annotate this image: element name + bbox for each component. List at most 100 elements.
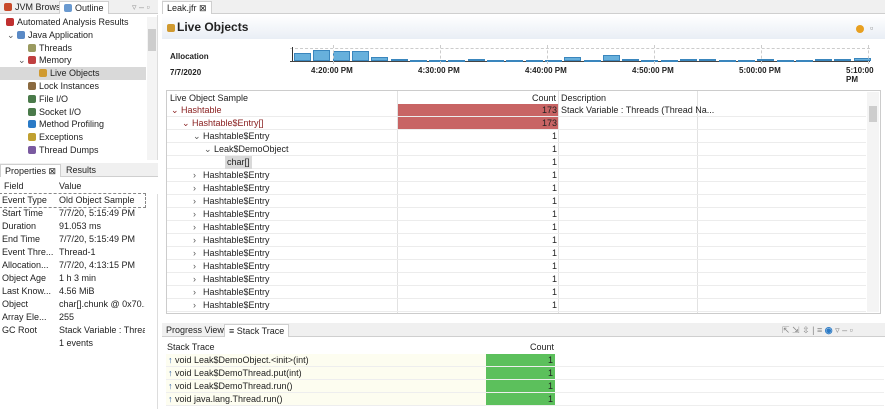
tab-progress-view[interactable]: Progress View — [162, 324, 228, 337]
chevron-down-icon[interactable]: ⌄ — [182, 117, 190, 130]
table-row[interactable]: › Hashtable$Entry 1 — [167, 195, 866, 208]
allocation-bar[interactable] — [448, 60, 466, 62]
view-menu-icon[interactable]: ▿ ‒ ▫ — [132, 2, 150, 13]
table-row[interactable]: › Hashtable$Entry 1 — [167, 260, 866, 273]
chevron-down-icon[interactable]: ⌄ — [18, 54, 26, 67]
chevron-right-icon[interactable]: › — [193, 182, 196, 195]
table-row[interactable]: ⌄ Hashtable 173 Stack Variable : Threads (T… — [167, 104, 866, 117]
allocation-bar[interactable] — [776, 60, 794, 62]
allocation-bar[interactable] — [313, 50, 331, 61]
tree-item[interactable]: Lock Instances — [0, 80, 146, 93]
tree-item[interactable]: Live Objects — [0, 67, 146, 81]
col-header-count[interactable]: Count — [520, 93, 556, 103]
property-row[interactable]: Object Age 1 h 3 min — [0, 272, 145, 285]
stack-trace-toolbar[interactable]: ⇱ ⇲ ⇳ | ≡ ◉ ▿ ‒ ▫ — [782, 325, 853, 336]
chevron-right-icon[interactable]: › — [193, 247, 196, 260]
property-row[interactable]: Last Know... 4.56 MiB — [0, 285, 145, 298]
tree-item[interactable]: Threads — [0, 42, 146, 55]
table-row[interactable]: › Hashtable$Entry 1 — [167, 169, 866, 182]
allocation-bar[interactable] — [815, 58, 833, 61]
allocation-bar[interactable] — [622, 58, 640, 61]
tree-item[interactable]: Method Profiling — [0, 118, 146, 131]
allocation-bar[interactable] — [409, 60, 427, 62]
table-row[interactable]: › Hashtable$Entry 1 — [167, 182, 866, 195]
table-row[interactable]: › Hashtable$Entry 1 — [167, 273, 866, 286]
stack-frame-row[interactable]: ↑ void Leak$DemoThread.put(int) 1 — [166, 367, 884, 380]
table-row[interactable]: char[] 1 — [167, 156, 866, 169]
table-row[interactable]: › Hashtable$Entry 1 — [167, 286, 866, 299]
chevron-right-icon[interactable]: › — [193, 169, 196, 182]
table-row[interactable]: › Hashtable$Entry 1 — [167, 299, 866, 312]
allocation-bar[interactable] — [641, 60, 659, 62]
allocation-bar[interactable] — [795, 60, 813, 62]
tab-outline[interactable]: Outline — [59, 1, 109, 14]
tab-leak-jfr[interactable]: Leak.jfr ⊠ — [162, 1, 212, 14]
property-row[interactable]: Start Time 7/7/20, 5:15:49 PM — [0, 207, 145, 220]
allocation-bar[interactable] — [294, 53, 311, 61]
maximize-icon[interactable]: ▫ — [870, 23, 873, 33]
property-row[interactable]: Array Ele... 255 — [0, 311, 145, 324]
tree-item[interactable]: Thread Dumps — [0, 144, 146, 157]
allocation-bar[interactable] — [487, 60, 504, 62]
allocation-bar[interactable] — [467, 58, 485, 61]
stack-frame-row[interactable]: ↑ void java.lang.Thread.run() 1 — [166, 393, 884, 406]
tree-item[interactable]: ⌄ Memory — [0, 54, 146, 67]
table-scrollbar[interactable] — [867, 92, 879, 312]
allocation-bar[interactable] — [718, 60, 736, 62]
tab-properties[interactable]: Properties ⊠ — [0, 164, 62, 177]
property-row[interactable]: Duration 91.053 ms — [0, 220, 145, 233]
tree-item[interactable]: Automated Analysis Results — [0, 16, 146, 29]
allocation-bar[interactable] — [660, 60, 678, 62]
allocation-bar[interactable] — [757, 58, 775, 61]
col-header-description[interactable]: Description — [561, 93, 606, 103]
chevron-right-icon[interactable]: › — [193, 195, 196, 208]
property-row[interactable]: Event Thre... Thread-1 — [0, 246, 145, 259]
table-row[interactable]: ⌄ Hashtable$Entry[] 173 — [167, 117, 866, 130]
info-icon[interactable] — [856, 25, 864, 33]
table-row[interactable]: › Hashtable$Entry 1 — [167, 221, 866, 234]
chevron-down-icon[interactable]: ⌄ — [171, 104, 179, 117]
allocation-bar[interactable] — [371, 56, 389, 61]
allocation-bar[interactable] — [737, 60, 755, 62]
property-row[interactable]: GC RootStack Variable : Threa... — [0, 324, 145, 337]
col-header-sample[interactable]: Live Object Sample — [170, 93, 248, 103]
allocation-bar[interactable] — [834, 58, 852, 61]
chevron-right-icon[interactable]: › — [193, 234, 196, 247]
chevron-right-icon[interactable]: › — [193, 260, 196, 273]
chevron-down-icon[interactable]: ⌄ — [7, 29, 15, 42]
chevron-right-icon[interactable]: › — [193, 299, 196, 312]
chevron-right-icon[interactable]: › — [193, 221, 196, 234]
stack-header-trace[interactable]: Stack Trace — [167, 342, 215, 352]
tree-item[interactable]: Exceptions — [0, 131, 146, 144]
allocation-bar[interactable] — [332, 51, 350, 61]
stack-frame-row[interactable]: ↑ void Leak$DemoObject.<init>(int) 1 — [166, 354, 884, 367]
chevron-down-icon[interactable]: ⌄ — [193, 130, 201, 143]
allocation-bar[interactable] — [564, 56, 582, 61]
table-row[interactable]: › Hashtable$Entry 1 — [167, 247, 866, 260]
table-row[interactable]: › Hashtable$Entry 1 — [167, 234, 866, 247]
allocation-bar[interactable] — [351, 51, 369, 61]
property-row[interactable]: Event Type Old Object Sample — [0, 193, 146, 208]
tree-item[interactable]: ⌄ Java Application — [0, 29, 146, 42]
property-row[interactable]: Allocation... 7/7/20, 4:13:15 PM — [0, 259, 145, 272]
chevron-right-icon[interactable]: › — [193, 286, 196, 299]
chevron-right-icon[interactable]: › — [193, 273, 196, 286]
allocation-bar[interactable] — [506, 60, 524, 62]
stack-header-count[interactable]: Count — [520, 342, 554, 352]
table-row[interactable]: › Hashtable$Entry 1 — [167, 208, 866, 221]
tree-item[interactable]: File I/O — [0, 93, 146, 106]
tree-scrollbar[interactable] — [147, 17, 157, 160]
stack-frame-row[interactable]: ↑ void Leak$DemoThread.run() 1 — [166, 380, 884, 393]
tab-stack-trace[interactable]: ≡ Stack Trace — [224, 324, 290, 337]
allocation-bar[interactable] — [680, 58, 697, 61]
tree-item[interactable]: Socket I/O — [0, 106, 146, 119]
allocation-bar[interactable] — [525, 60, 543, 62]
allocation-bar[interactable] — [583, 60, 601, 62]
property-row[interactable]: End Time 7/7/20, 5:15:49 PM — [0, 233, 145, 246]
property-row[interactable]: Object char[].chunk @ 0x70... — [0, 298, 145, 311]
property-row[interactable]: 1 events — [0, 337, 145, 350]
allocation-bar[interactable] — [390, 58, 408, 61]
chevron-right-icon[interactable]: › — [193, 208, 196, 221]
allocation-chart[interactable]: 4:20:00 PM 4:30:00 PM 4:40:00 PM 4:50:00 PM… — [290, 45, 874, 85]
table-row[interactable]: ⌄ Hashtable$Entry 1 — [167, 130, 866, 143]
